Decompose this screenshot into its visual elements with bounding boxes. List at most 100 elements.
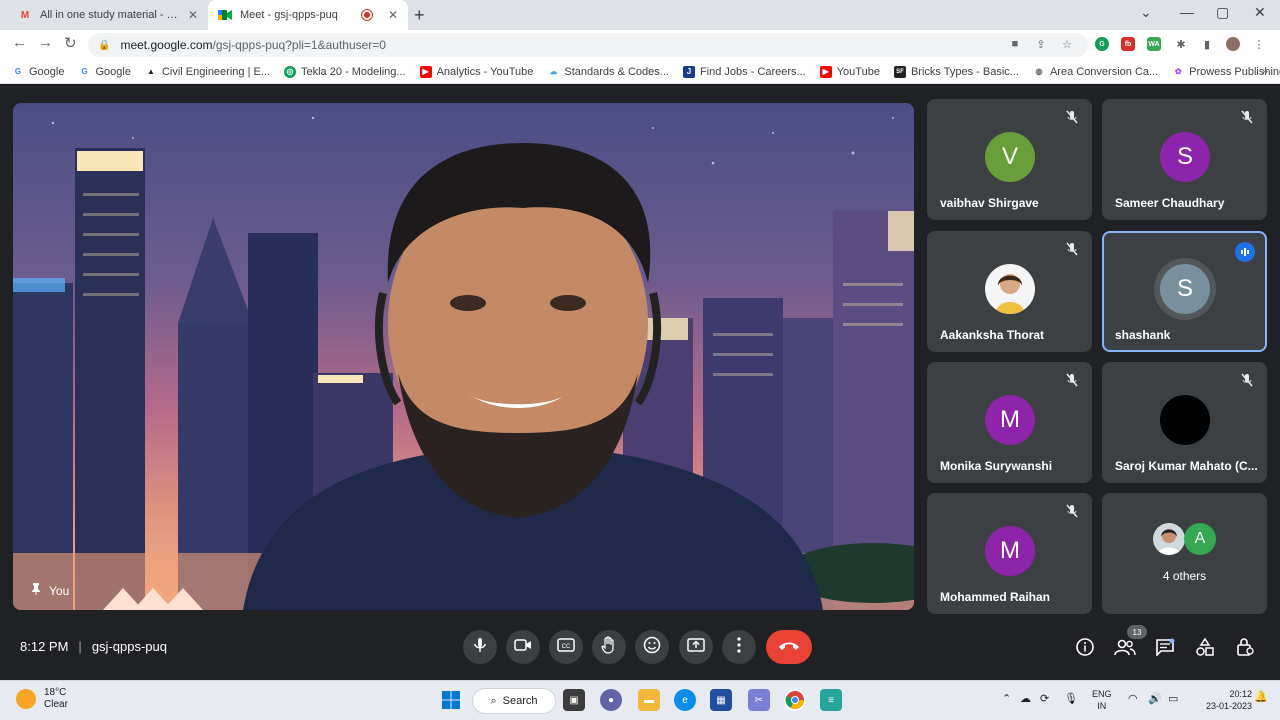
whatsapp-extension-icon[interactable]: WA [1147,37,1161,51]
participant-tile[interactable]: M Mohammed Raihan [927,493,1092,614]
task-view-icon[interactable]: ▣ [563,689,585,711]
bookmark-tekla[interactable]: ◎ Tekla 20 - Modeling... [284,65,406,78]
address-bar[interactable]: 🔒 meet.google.com /gsj-qpps-puq?pli=1&au… [88,33,1088,57]
bookmark-area-conversion[interactable]: ◍ Area Conversion Ca... [1033,66,1158,78]
snipping-tool-icon[interactable]: ✂ [748,689,770,711]
close-icon[interactable]: ✕ [388,8,398,22]
minimize-icon[interactable]: — [1180,4,1194,20]
people-button[interactable] [1114,638,1136,660]
notepad-icon[interactable]: ≡ [820,689,842,711]
pdf-extension-icon[interactable]: fb [1121,37,1135,51]
profile-avatar[interactable] [1226,37,1240,51]
back-icon[interactable]: ← [12,34,27,51]
microphone-button[interactable] [463,630,497,664]
participant-tile[interactable]: M Monika Surywanshi [927,362,1092,483]
extensions-icon[interactable]: ✱ [1174,37,1188,51]
grammarly-extension-icon[interactable]: G [1095,37,1109,51]
more-options-button[interactable] [722,630,756,664]
participant-tile[interactable]: Aakanksha Thorat [927,231,1092,352]
participant-tile[interactable]: V vaibhav Shirgave [927,99,1092,220]
others-label: 4 others [1162,569,1207,583]
people-icon [1114,638,1136,661]
wifi-icon[interactable]: ◠ [1128,692,1138,705]
tab-meet[interactable]: Meet - gsj-qpps-puq ✕ [208,0,408,30]
teams-chat-icon[interactable]: ● [600,689,622,711]
chat-button[interactable] [1154,638,1176,660]
others-tile[interactable]: A 4 others [1102,493,1267,614]
info-icon [1075,637,1095,662]
participant-tile[interactable]: Saroj Kumar Mahato (C... [1102,362,1267,483]
meet-icon [218,8,232,22]
avatar [1160,395,1210,445]
muted-mic-icon [1239,109,1255,125]
notification-bell-icon[interactable]: 🔔 [1254,690,1268,703]
lock-icon: 🔒 [98,39,111,51]
chrome-icon[interactable] [784,689,806,711]
new-tab-button[interactable]: + [414,5,425,26]
star-icon[interactable]: ☆ [1060,37,1074,51]
bookmarks-more-icon[interactable]: » [1261,64,1268,78]
weather-moon-icon [16,689,36,709]
host-controls-button[interactable] [1234,637,1256,662]
self-video[interactable]: You [13,103,914,610]
sync-icon[interactable]: ⟳ [1040,692,1049,705]
emoji-reaction-button[interactable] [635,630,669,664]
search-label: Search [502,695,538,707]
close-icon[interactable]: ✕ [188,8,198,22]
present-screen-button[interactable] [679,630,713,664]
svg-text:CC: CC [562,644,571,650]
avatar: S [1160,132,1210,182]
people-count-badge: 13 [1127,625,1147,639]
captions-button[interactable]: CC [549,630,583,664]
camera-button[interactable] [506,630,540,664]
camera-icon[interactable]: ■ [1008,37,1022,51]
leave-call-button[interactable] [766,630,812,664]
onedrive-icon[interactable]: ☁ [1020,692,1031,705]
forward-icon[interactable]: → [38,34,53,51]
volume-icon[interactable]: 🔊 [1148,692,1162,705]
file-explorer-icon[interactable]: ▬ [638,689,660,711]
language-indicator[interactable]: ENG IN [1092,688,1112,712]
activities-button[interactable] [1194,637,1216,660]
recording-icon [361,10,372,20]
toolbar: ← → ↻ 🔒 meet.google.com /gsj-qpps-puq?pl… [0,30,1280,60]
bookmark-standards-codes[interactable]: ☁ Standards & Codes... [547,66,669,78]
close-window-icon[interactable]: ✕ [1254,4,1266,21]
tab-search-icon[interactable]: ⌄ [1140,4,1152,21]
youtube-icon: ▶ [419,65,432,78]
raise-hand-button[interactable] [592,630,626,664]
avatar: V [985,132,1035,182]
side-panel-icon[interactable]: ▮ [1200,37,1214,51]
participant-person-image [243,143,823,610]
taskbar-search-button[interactable]: ⌕ Search [472,688,556,714]
share-icon[interactable]: ⇪ [1034,37,1048,51]
bookmarks-bar: G Google G Google ▲ Civil Engineering | E..… [0,60,1280,84]
participant-tile-active-speaker[interactable]: S shashank [1102,231,1267,352]
menu-icon[interactable]: ⋮ [1252,37,1266,51]
tray-overflow-icon[interactable]: ⌃ [1002,692,1011,705]
bookmark-analytics-youtube[interactable]: ▶ Analytics - YouTube [419,65,533,78]
bookmark-google[interactable]: G Google [78,66,131,78]
weather-widget[interactable]: 18°C Clear [16,687,68,711]
muted-mic-icon [1064,109,1080,125]
muted-mic-icon [1239,372,1255,388]
lock-person-icon [1235,637,1255,662]
edge-icon[interactable]: e [674,689,696,711]
meeting-code: gsj-qpps-puq [91,639,167,654]
bookmark-youtube[interactable]: ▶ YouTube [819,65,880,78]
bookmark-civil-engineering[interactable]: ▲ Civil Engineering | E... [145,66,270,78]
start-icon[interactable] [440,689,462,711]
participant-tile[interactable]: S Sameer Chaudhary [1102,99,1267,220]
tab-gmail[interactable]: M All in one study material - akash ✕ [8,0,208,30]
maximize-icon[interactable]: ▢ [1216,4,1229,21]
muted-mic-icon [1064,241,1080,257]
system-clock[interactable]: 20:12 23-01-2023 [1206,688,1252,712]
bookmark-bricks-types[interactable]: SF Bricks Types - Basic... [893,65,1019,78]
bookmark-find-jobs[interactable]: J Find Jobs - Careers... [682,65,806,78]
meeting-info-button[interactable] [1074,637,1096,662]
reload-icon[interactable]: ↻ [64,34,77,52]
microphone-tray-icon[interactable]: 🎙 [1064,692,1078,705]
microsoft-store-icon[interactable]: ▦ [710,689,732,711]
bookmark-google[interactable]: G Google [12,66,65,78]
battery-icon[interactable]: ▭ [1168,692,1178,705]
